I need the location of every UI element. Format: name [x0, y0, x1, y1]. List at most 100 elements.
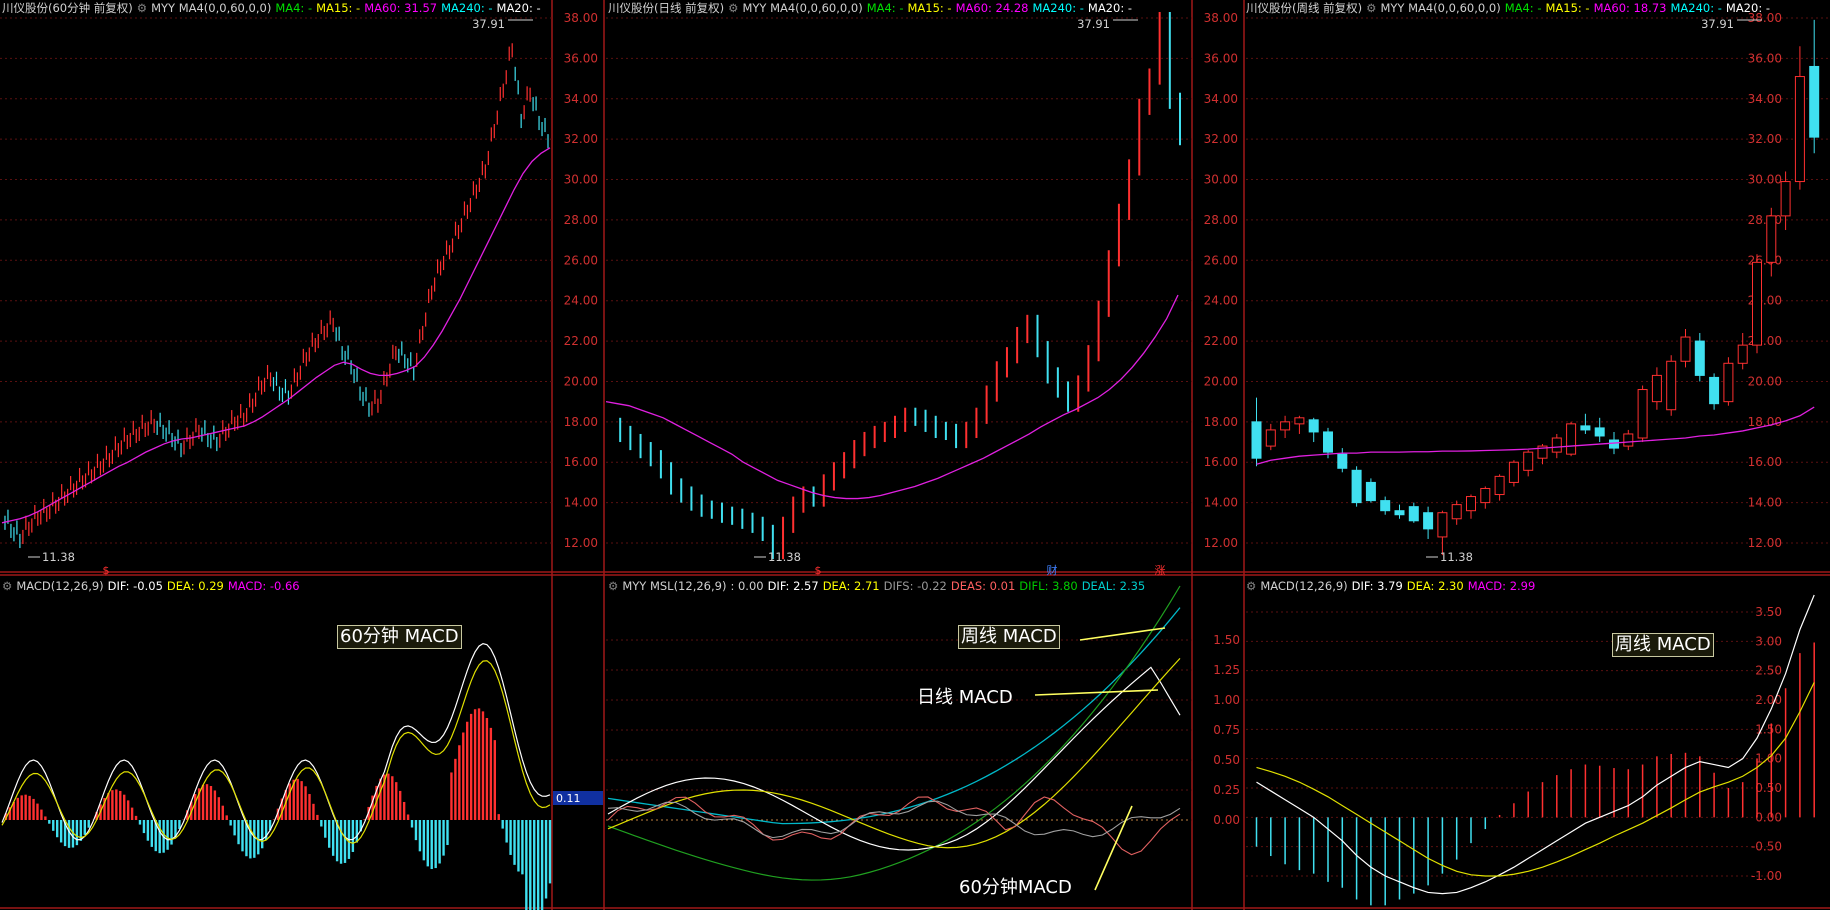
p60-macd-dif: DIF: -0.05 [107, 579, 163, 593]
weekly-candle-body [1394, 510, 1405, 516]
weekly-candle-body [1423, 512, 1434, 530]
hourly-ma60-line [1, 147, 551, 524]
weekly-dea-line [1256, 682, 1815, 877]
annotation-arrow [1034, 689, 1159, 696]
pday-macd-name: MYY MSL(12,26,9) [622, 579, 727, 593]
daily-msl-dea-line [607, 657, 1181, 849]
macd-tick-label: 3.50 [1755, 605, 1782, 619]
weekly-candle-body [1580, 425, 1591, 431]
p60-gear-icon[interactable]: ⚙ [137, 1, 147, 15]
weekly-candle-body [1651, 374, 1662, 403]
macd-tick-label: 1.50 [1213, 633, 1240, 647]
price-tick-label: 36.00 [564, 51, 598, 65]
pday-ma60: MA60: 24.28 [955, 1, 1029, 15]
price-tick-label: 30.00 [1748, 173, 1782, 187]
p60-title: 川仪股份(60分钟 前复权) [2, 1, 133, 15]
pweek-macd-gear-icon[interactable]: ⚙ [1246, 579, 1256, 593]
weekly-candle-body [1737, 344, 1748, 364]
price-tick-label: 20.00 [1204, 374, 1238, 388]
p60-macd-name: MACD(12,26,9) [16, 579, 104, 593]
p60-macd-gear-icon[interactable]: ⚙ [2, 579, 12, 593]
pweek-macd-dif: DIF: 3.79 [1351, 579, 1403, 593]
pday-ma20: MA20: - [1087, 1, 1132, 15]
pday-gear-icon[interactable]: ⚙ [728, 1, 738, 15]
weekly-candle-body [1794, 76, 1805, 183]
price-tick-label: 14.00 [1204, 496, 1238, 510]
pday-macd-difs: DIFS: -0.22 [883, 579, 947, 593]
price-tick-label: 34.00 [564, 92, 598, 106]
price-tick-label: 20.00 [564, 374, 598, 388]
weekly-candle-body [1380, 500, 1391, 512]
price-tick-label: 32.00 [1204, 132, 1238, 146]
p60-ma15: MA15: - [316, 1, 361, 15]
pweek-gear-icon[interactable]: ⚙ [1366, 1, 1376, 15]
macd-tick-label: 0.75 [1213, 723, 1240, 737]
weekly-candle-body [1308, 419, 1319, 433]
weekly-candle-body [1752, 261, 1762, 346]
macd-tick-label: 3.00 [1755, 634, 1782, 648]
annotation-weekly-macd: 周线 MACD [1612, 633, 1714, 657]
price-tick-label: 30.00 [564, 173, 598, 187]
price-tick-label: 14.00 [564, 496, 598, 510]
pday-macd-deas: DEAS: 0.01 [950, 579, 1016, 593]
pweek-ma15: MA15: - [1545, 1, 1590, 15]
macd-tick-label: 0.00 [1755, 810, 1782, 824]
pday-macd-gear-icon[interactable]: ⚙ [608, 579, 618, 593]
price-tick-label: 12.00 [564, 536, 598, 550]
weekly-candle-body [1666, 360, 1677, 411]
price-tick-label: 36.00 [1748, 51, 1782, 65]
annotation-arrow [1094, 805, 1133, 891]
p60-ma60: MA60: 31.57 [364, 1, 438, 15]
weekly-candle-body [1551, 437, 1562, 453]
low-price-label: 11.38 [42, 550, 75, 564]
weekly-candle-body [1480, 487, 1491, 504]
p60-macd-dea: DEA: 0.29 [166, 579, 224, 593]
price-tick-label: 16.00 [1204, 455, 1238, 469]
high-price-label: 37.91 [1077, 17, 1110, 31]
pday-ma15: MA15: - [907, 1, 952, 15]
macd-tick-label: 2.50 [1755, 664, 1782, 678]
macd-tick-label: 0.25 [1213, 783, 1240, 797]
price-tick-label: 32.00 [1748, 132, 1782, 146]
weekly-candle-body [1280, 421, 1291, 431]
hourly-marker: $ [103, 564, 110, 577]
macd-tick-label: 2.00 [1755, 693, 1782, 707]
weekly-candle-body [1508, 461, 1519, 483]
annotation-weekly-macd-mid: 周线 MACD [958, 625, 1060, 649]
weekly-candle-body [1437, 512, 1448, 538]
macd-tick-label: 0.00 [1213, 813, 1240, 827]
pday-header: 川仪股份(日线 前复权) ⚙ MYY MA4(0,0,60,0,0) MA4: - MA… [608, 0, 1136, 16]
price-tick-label: 38.00 [1204, 11, 1238, 25]
weekly-candle-body [1494, 475, 1505, 496]
price-tick-label: 18.00 [564, 415, 598, 429]
macd-tick-label: -1.00 [1751, 869, 1782, 883]
price-tick-label: 28.00 [564, 213, 598, 227]
pweek-ma20: MA20: - [1725, 1, 1770, 15]
weekly-candle-body [1523, 451, 1534, 471]
price-tick-label: 28.00 [1748, 213, 1782, 227]
weekly-candle-body [1766, 215, 1777, 263]
price-tick-label: 24.00 [1204, 294, 1238, 308]
weekly-candle-body [1323, 431, 1333, 453]
p60-macd-header: ⚙ MACD(12,26,9) DIF: -0.05 DEA: 0.29 MACD: -… [2, 578, 304, 594]
pweek-title: 川仪股份(周线 前复权) [1246, 1, 1363, 15]
macd-tick-label: 0.50 [1755, 781, 1782, 795]
daily-msl-deas-line [607, 796, 1181, 856]
weekly-candle-body [1680, 336, 1691, 362]
pday-indicator: MYY MA4(0,0,60,0,0) [742, 1, 863, 15]
pday-macd-zero: : 0.00 [730, 579, 764, 593]
price-tick-label: 28.00 [1204, 213, 1238, 227]
pday-macd-dea: DEA: 2.71 [822, 579, 880, 593]
weekly-dif-line [1256, 594, 1815, 895]
price-tick-label: 34.00 [1204, 92, 1238, 106]
weekly-candle-body [1294, 417, 1305, 425]
macd-tick-label: -0.50 [1751, 840, 1782, 854]
price-tick-label: 16.00 [564, 455, 598, 469]
macd-tick-label: 1.25 [1213, 663, 1240, 677]
pday-title: 川仪股份(日线 前复权) [608, 1, 725, 15]
pweek-macd-header: ⚙ MACD(12,26,9) DIF: 3.79 DEA: 2.30 MACD: 2.… [1246, 578, 1539, 594]
weekly-candle-body [1408, 506, 1419, 522]
weekly-candle-body [1451, 504, 1462, 520]
p60-ma240: MA240: - [441, 1, 493, 15]
price-tick-label: 12.00 [1748, 536, 1782, 550]
